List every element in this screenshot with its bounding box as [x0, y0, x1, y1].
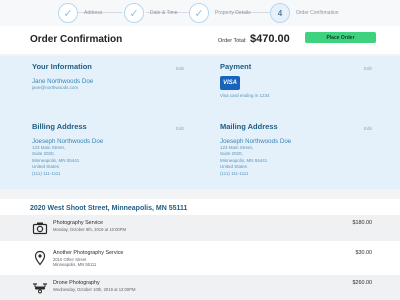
- step-label: Order Confirmation: [296, 10, 339, 16]
- payment-section: Payment VISA Visa card ending in 1234: [220, 62, 380, 99]
- billing-name: Joeseph Northwoods Doe: [32, 138, 104, 145]
- page-title: Order Confirmation: [30, 34, 123, 45]
- customer-email: jane@northwoods.com: [32, 85, 79, 90]
- step-order-confirmation[interactable]: 4 Order Confirmation: [270, 2, 339, 24]
- step-property-details[interactable]: ✓ Property Details: [189, 2, 251, 24]
- list-item: Drone Photography Wednesday, October 10t…: [0, 275, 400, 300]
- mailing-name: Joeseph Northwoods Doe: [220, 138, 292, 145]
- item-detail: Monday, October 8th, 2019 at 10:00PM: [53, 227, 127, 232]
- check-icon: ✓: [189, 3, 209, 23]
- step-date-time[interactable]: ✓ Date & Time: [124, 2, 178, 24]
- item-title: Photography Service: [53, 220, 104, 226]
- edit-your-information-link[interactable]: Edit: [176, 66, 184, 71]
- check-icon: ✓: [124, 3, 144, 23]
- billing-address-section: Billing Address Joeseph Northwoods Doe 1…: [32, 122, 192, 177]
- step-number: 4: [270, 3, 290, 23]
- step-label: Address: [84, 10, 103, 16]
- section-heading: Billing Address: [32, 122, 87, 131]
- item-price: $180.00: [352, 220, 373, 226]
- place-order-button[interactable]: Place Order: [305, 32, 376, 43]
- service-address-heading: 2020 West Shoot Street, Minneapolis, MN …: [30, 205, 188, 212]
- item-price: $260.00: [352, 280, 373, 286]
- item-title: Another Photography Service: [53, 250, 124, 256]
- section-heading: Mailing Address: [220, 122, 278, 131]
- order-items-list: 2020 West Shoot Street, Minneapolis, MN …: [0, 199, 400, 300]
- step-label: Date & Time: [150, 10, 178, 16]
- card-description: Visa card ending in 1234: [220, 93, 270, 98]
- camera-icon: [32, 222, 48, 235]
- check-icon: ✓: [58, 3, 78, 23]
- edit-billing-address-link[interactable]: Edit: [176, 126, 184, 131]
- order-total-label: Order Total:: [218, 38, 247, 44]
- progress-stepper: ✓ Address ✓ Date & Time ✓ Property Detai…: [0, 0, 400, 26]
- step-address[interactable]: ✓ Address: [58, 2, 102, 24]
- section-heading: Payment: [220, 62, 252, 71]
- drone-icon: [33, 283, 47, 294]
- page-header: Order Confirmation Order Total: $470.00 …: [0, 26, 400, 54]
- mailing-address-section: Mailing Address Joeseph Northwoods Doe 1…: [220, 122, 380, 177]
- phone-number: (111) 111-1111: [220, 170, 249, 176]
- edit-mailing-address-link[interactable]: Edit: [364, 126, 372, 131]
- order-total-amount: $470.00: [250, 33, 290, 45]
- item-detail: Minneapolis, MN 55111: [53, 262, 97, 267]
- section-heading: Your Information: [32, 62, 92, 71]
- item-title: Drone Photography: [53, 280, 100, 286]
- phone-number: (111) 111-1111: [32, 170, 61, 176]
- map-pin-icon: [34, 250, 46, 266]
- your-information-section: Your Information Jane Northwoods Doe jan…: [32, 62, 192, 91]
- step-label: Property Details: [215, 10, 251, 16]
- customer-name: Jane Northwoods Doe: [32, 78, 94, 85]
- item-detail: Wednesday, October 10th, 2019 at 12:00PM: [53, 287, 136, 292]
- edit-payment-link[interactable]: Edit: [364, 66, 372, 71]
- list-item: Another Photography Service 2010 Other S…: [0, 245, 400, 271]
- item-price: $30.00: [355, 250, 373, 256]
- list-item: Photography Service Monday, October 8th,…: [0, 215, 400, 241]
- order-info-panel: Your Information Jane Northwoods Doe jan…: [0, 56, 400, 189]
- visa-card-icon: VISA: [220, 76, 240, 90]
